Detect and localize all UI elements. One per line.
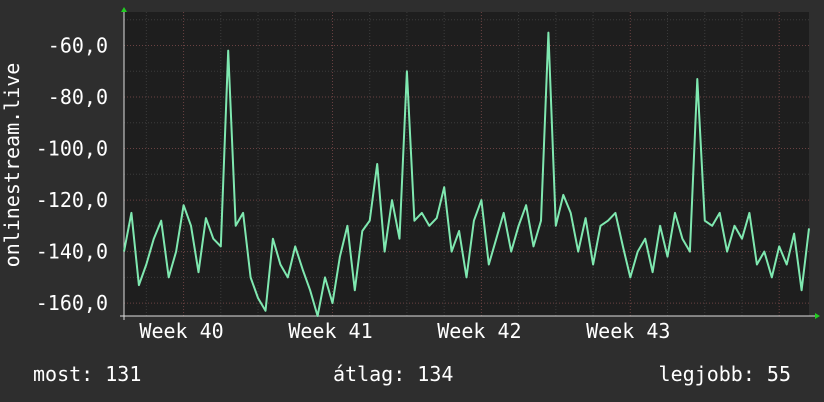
x-axis-labels: Week 40 Week 41 Week 42 Week 43	[139, 319, 670, 343]
y-tick-label: -60,0	[48, 33, 108, 57]
average-value-label: átlag: 134	[333, 362, 454, 386]
chart-canvas: -60,0 -80,0 -100,0 -120,0 -140,0 -160,0 Week …	[36, 7, 820, 343]
y-axis-arrow	[121, 7, 127, 12]
x-axis-arrow	[815, 313, 820, 319]
x-tick-label: Week 42	[437, 319, 521, 343]
current-value-label: most: 131	[33, 362, 142, 386]
x-tick-label: Week 41	[288, 319, 372, 343]
best-value-label: legjobb: 55	[658, 362, 791, 386]
footer-stats: most: 131 átlag: 134 legjobb: 55	[0, 362, 824, 390]
x-tick-label: Week 43	[586, 319, 670, 343]
x-tick-label: Week 40	[139, 319, 223, 343]
y-tick-label: -120,0	[36, 188, 108, 212]
y-axis-title: onlinestream.live	[0, 62, 24, 268]
y-tick-label: -160,0	[36, 291, 108, 315]
y-axis-labels: -60,0 -80,0 -100,0 -120,0 -140,0 -160,0	[36, 33, 108, 315]
y-tick-label: -100,0	[36, 137, 108, 161]
y-tick-label: -140,0	[36, 240, 108, 264]
y-tick-label: -80,0	[48, 85, 108, 109]
